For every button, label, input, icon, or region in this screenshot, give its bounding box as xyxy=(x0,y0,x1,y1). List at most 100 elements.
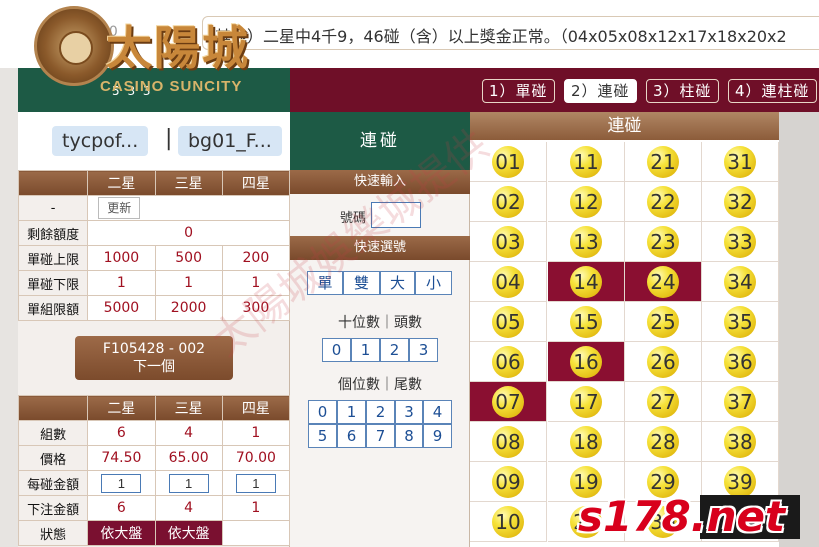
even-button[interactable]: 雙 xyxy=(343,271,380,295)
number-cell[interactable]: 38 xyxy=(702,422,779,462)
table-cell: 65.00 xyxy=(154,445,223,471)
number-cell[interactable]: 19 xyxy=(548,462,625,502)
tab-consecutive[interactable]: 2）連碰 xyxy=(564,79,637,103)
tens-button[interactable]: 0 xyxy=(322,338,351,362)
units-button[interactable]: 7 xyxy=(366,424,395,448)
number-cell[interactable]: 25 xyxy=(625,302,702,342)
number-ball: 08 xyxy=(492,426,524,458)
number-ball: 23 xyxy=(647,226,679,258)
site-watermark-backdrop xyxy=(700,495,800,539)
table-header: 四星 xyxy=(221,395,291,421)
number-cell[interactable]: 09 xyxy=(470,462,547,502)
number-cell[interactable]: 26 xyxy=(625,342,702,382)
number-input[interactable] xyxy=(371,202,421,228)
table-row-label: 單組限額 xyxy=(17,295,89,321)
tens-button[interactable]: 1 xyxy=(351,338,380,362)
account-separator: | xyxy=(165,126,173,151)
units-label: 個位數｜尾數 xyxy=(338,377,422,393)
number-cell[interactable]: 33 xyxy=(702,222,779,262)
number-cell[interactable]: 04 xyxy=(470,262,547,302)
tab-column[interactable]: 3）柱碰 xyxy=(646,79,719,103)
table-row-label: 單碰上限 xyxy=(17,245,89,271)
tab-consecutive-column[interactable]: 4）連柱碰 xyxy=(728,79,817,103)
number-cell[interactable]: 28 xyxy=(625,422,702,462)
number-cell[interactable]: 31 xyxy=(702,142,779,182)
number-cell[interactable]: 22 xyxy=(625,182,702,222)
units-button[interactable]: 8 xyxy=(395,424,423,448)
number-cell[interactable]: 03 xyxy=(470,222,547,262)
number-ball: 09 xyxy=(492,466,524,498)
number-cell[interactable]: 34 xyxy=(702,262,779,302)
number-cell[interactable]: 27 xyxy=(625,382,702,422)
number-cell[interactable]: 10 xyxy=(470,502,547,542)
number-ball: 35 xyxy=(724,306,756,338)
small-button[interactable]: 小 xyxy=(415,271,452,295)
table-cell: 1 xyxy=(154,270,223,296)
number-cell[interactable]: 06 xyxy=(470,342,547,382)
tens-button[interactable]: 3 xyxy=(409,338,438,362)
number-cell[interactable]: 18 xyxy=(548,422,625,462)
number-ball: 02 xyxy=(492,186,524,218)
number-grid-header: 連碰 xyxy=(470,112,779,140)
units-button[interactable]: 6 xyxy=(337,424,366,448)
number-cell[interactable]: 12 xyxy=(548,182,625,222)
four-star-amount-input[interactable] xyxy=(235,473,276,493)
number-cell[interactable]: 21 xyxy=(625,142,702,182)
number-cell[interactable]: 35 xyxy=(702,302,779,342)
next-order-button[interactable]: F105428 - 002 下一個 xyxy=(75,336,233,380)
number-cell[interactable]: 14 xyxy=(548,262,625,302)
table-row-label: 剩餘額度 xyxy=(17,220,89,246)
three-star-amount-input[interactable] xyxy=(168,473,209,493)
table-cell: 1 xyxy=(221,420,291,446)
number-ball: 14 xyxy=(570,266,602,298)
units-button[interactable]: 2 xyxy=(366,400,395,424)
number-cell[interactable]: 24 xyxy=(625,262,702,302)
tab-single[interactable]: 1）單碰 xyxy=(482,79,555,103)
amount-cell xyxy=(221,470,291,496)
two-star-amount-input[interactable] xyxy=(101,473,142,493)
number-cell[interactable]: 01 xyxy=(470,142,547,182)
number-ball: 12 xyxy=(570,186,602,218)
table-header: 四星 xyxy=(221,170,291,196)
number-cell[interactable]: 15 xyxy=(548,302,625,342)
number-cell[interactable]: 20 xyxy=(548,502,625,542)
units-button[interactable]: 4 xyxy=(423,400,452,424)
number-cell[interactable]: 17 xyxy=(548,382,625,422)
number-cell[interactable]: 11 xyxy=(548,142,625,182)
table-cell: 4 xyxy=(154,420,223,446)
order-table: 二星 三星 四星 組數 6 4 1 價格 74.50 65.00 70.00 每… xyxy=(17,395,291,546)
table-cell: 1000 xyxy=(87,245,156,271)
number-cell[interactable]: 30 xyxy=(625,502,702,542)
number-cell[interactable]: 02 xyxy=(470,182,547,222)
number-ball: 39 xyxy=(724,466,756,498)
units-button[interactable]: 0 xyxy=(308,400,337,424)
number-cell[interactable]: 05 xyxy=(470,302,547,342)
status-badge xyxy=(221,520,291,546)
units-button[interactable]: 3 xyxy=(395,400,423,424)
status-badge: 依大盤 xyxy=(87,520,156,546)
number-cell[interactable]: 07 xyxy=(470,382,547,422)
big-button[interactable]: 大 xyxy=(380,271,415,295)
logo-title: 太陽城 xyxy=(106,21,250,75)
number-cell[interactable]: 36 xyxy=(702,342,779,382)
tens-button[interactable]: 2 xyxy=(380,338,409,362)
remaining-quota-value: 0 xyxy=(87,220,290,246)
units-button[interactable]: 5 xyxy=(308,424,337,448)
number-ball: 03 xyxy=(492,226,524,258)
number-cell[interactable]: 32 xyxy=(702,182,779,222)
number-ball: 13 xyxy=(570,226,602,258)
number-cell[interactable]: 16 xyxy=(548,342,625,382)
number-ball: 16 xyxy=(570,346,602,378)
refresh-row-label: - xyxy=(17,195,89,221)
number-cell[interactable]: 29 xyxy=(625,462,702,502)
number-cell[interactable]: 08 xyxy=(470,422,547,462)
announcement-text: 其他）二星中4千9，46碰（含）以上獎金正常。（04x05x08x12x17x1… xyxy=(215,27,787,46)
side-strip xyxy=(779,112,819,547)
odd-button[interactable]: 單 xyxy=(307,271,343,295)
units-button[interactable]: 9 xyxy=(423,424,452,448)
number-cell[interactable]: 13 xyxy=(548,222,625,262)
number-cell[interactable]: 37 xyxy=(702,382,779,422)
units-button[interactable]: 1 xyxy=(337,400,366,424)
refresh-button[interactable]: 更新 xyxy=(98,197,141,219)
number-cell[interactable]: 23 xyxy=(625,222,702,262)
